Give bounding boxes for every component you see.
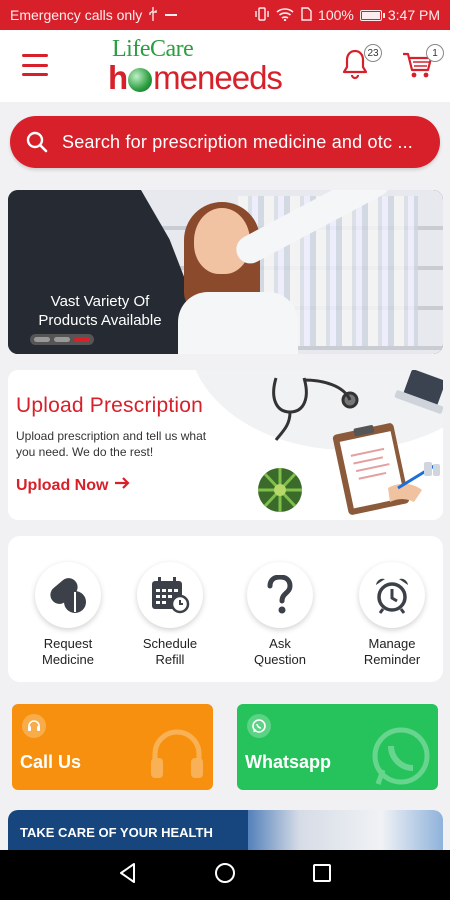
battery-icon — [359, 9, 385, 21]
search-icon — [26, 131, 48, 153]
health-banner-text: TAKE CARE OF YOUR HEALTH — [20, 825, 213, 840]
upload-title: Upload Prescription — [16, 394, 204, 417]
arrow-right-icon — [114, 476, 130, 495]
search-bar[interactable]: Search for prescription medicine and otc… — [10, 116, 440, 168]
notifications-button[interactable]: 23 — [340, 44, 382, 84]
recents-square-icon — [312, 863, 332, 888]
sim-icon — [300, 6, 312, 24]
quick-actions-panel: Request Medicine Schedule Refill Ask Que… — [8, 536, 443, 682]
battery-percent: 100% — [318, 7, 354, 23]
carousel-indicator[interactable] — [30, 334, 94, 345]
carousel-dot — [54, 337, 70, 342]
wifi-icon — [276, 7, 294, 24]
whatsapp-icon — [247, 714, 271, 738]
clock-time: 3:47 PM — [387, 7, 440, 23]
notifications-count-badge: 23 — [364, 44, 382, 62]
promo-banner[interactable]: Vast Variety Of Products Available — [8, 190, 443, 354]
schedule-refill-button[interactable]: Schedule Refill — [120, 562, 220, 668]
home-circle-icon — [214, 862, 236, 889]
prescription-illustration — [238, 370, 443, 520]
usb-icon — [148, 6, 158, 24]
clipboard-icon — [332, 423, 410, 515]
upload-description: Upload prescription and tell us what you… — [16, 429, 207, 459]
hamburger-icon-line — [22, 54, 48, 57]
hamburger-menu-button[interactable] — [22, 54, 48, 76]
hamburger-icon-line — [22, 63, 48, 67]
call-us-label: Call Us — [20, 752, 82, 772]
request-medicine-button[interactable]: Request Medicine — [18, 562, 118, 668]
clinic-image — [238, 810, 443, 850]
banner-caption: Vast Variety Of Products Available — [38, 293, 162, 329]
cart-count-badge: 1 — [426, 44, 444, 62]
cart-button[interactable]: 1 — [402, 44, 444, 84]
laptop-icon — [394, 370, 443, 414]
upload-prescription-card[interactable]: Upload Prescription Upload prescription … — [8, 370, 443, 520]
question-icon — [247, 562, 313, 628]
globe-icon — [128, 68, 153, 92]
app-header: LifeCare h meneeds 23 1 — [0, 30, 450, 102]
status-bar: Emergency calls only 100% 3:47 PM — [0, 0, 450, 30]
headset-watermark-icon — [145, 724, 209, 790]
stethoscope-icon — [272, 377, 359, 441]
manage-reminder-button[interactable]: Manage Reminder — [342, 562, 442, 668]
pharmacist-image — [168, 190, 395, 354]
whatsapp-watermark-icon — [368, 724, 434, 790]
lifecare-homeneeds-logo[interactable]: LifeCare h meneeds — [108, 36, 308, 96]
alarm-clock-icon — [359, 562, 425, 628]
vibrate-icon — [254, 6, 270, 24]
ask-question-button[interactable]: Ask Question — [230, 562, 330, 668]
health-banner[interactable]: TAKE CARE OF YOUR HEALTH — [8, 810, 443, 850]
call-us-button[interactable]: Call Us — [12, 704, 213, 790]
whatsapp-button[interactable]: Whatsapp — [237, 704, 438, 790]
plant-icon — [258, 468, 302, 512]
bell-icon — [340, 49, 370, 84]
home-button[interactable] — [210, 860, 240, 890]
back-triangle-icon — [118, 862, 138, 889]
hamburger-icon-line — [22, 73, 48, 76]
pills-icon — [35, 562, 101, 628]
system-navigation-bar — [0, 850, 450, 900]
headset-icon — [22, 714, 46, 738]
whatsapp-label: Whatsapp — [245, 752, 332, 772]
carousel-dot — [34, 337, 50, 342]
carousel-dot-active — [74, 337, 90, 342]
minus-icon — [164, 7, 178, 23]
back-button[interactable] — [113, 860, 143, 890]
upload-now-link[interactable]: Upload Now — [16, 476, 130, 495]
status-left-text: Emergency calls only — [10, 7, 143, 23]
calendar-clock-icon — [137, 562, 203, 628]
search-placeholder: Search for prescription medicine and otc… — [62, 131, 413, 152]
cart-icon — [402, 52, 434, 84]
logo-bottom-text: h meneeds — [108, 59, 283, 96]
recents-button[interactable] — [307, 860, 337, 890]
